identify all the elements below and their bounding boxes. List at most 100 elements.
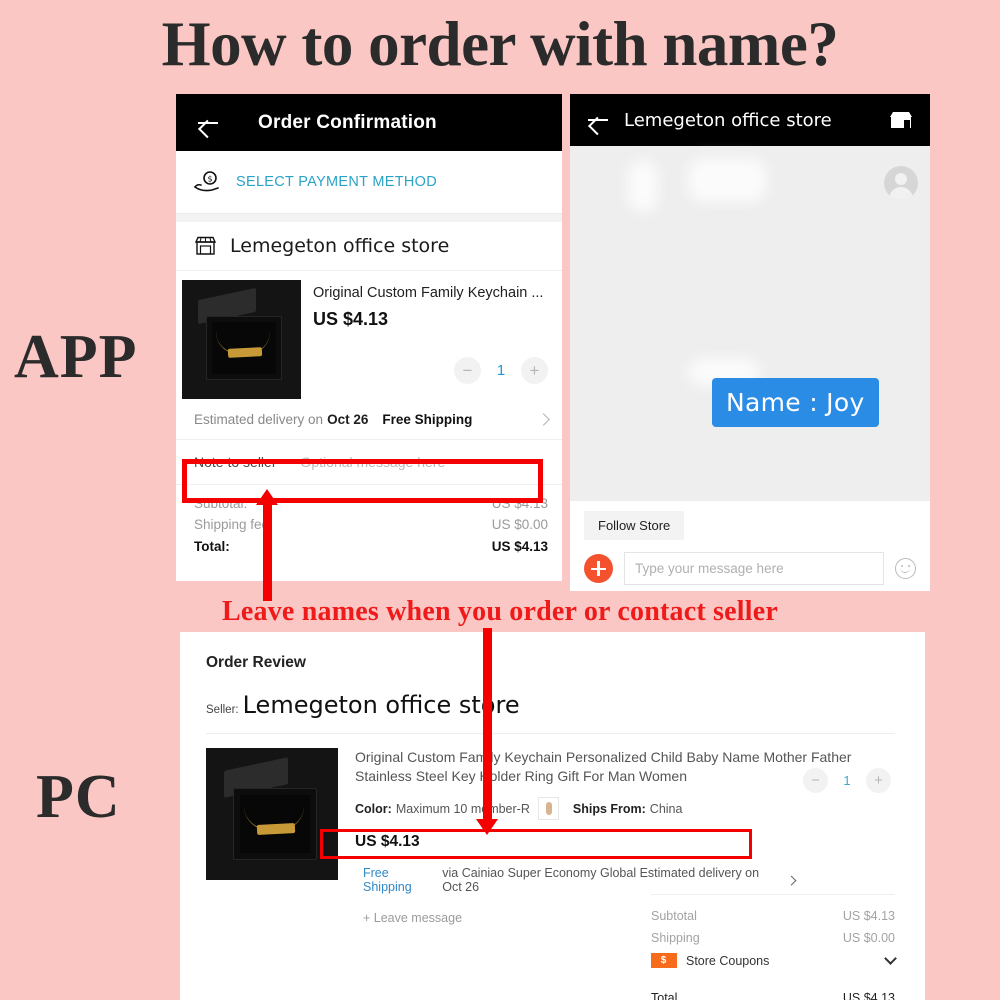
pc-product-attributes: Color: Maximum 10 member-R Ships From: C… [355, 797, 895, 820]
chat-input-placeholder: Type your message here [635, 561, 784, 576]
chevron-right-icon [786, 875, 797, 885]
blurred-content [628, 160, 658, 212]
pc-subtotal-label: Subtotal [651, 909, 697, 923]
caption-app: APP [14, 323, 138, 391]
pc-shipping-details: via Cainiao Super Economy Global Estimat… [442, 866, 760, 894]
totals-row-total: Total: US $4.13 [194, 535, 548, 557]
chat-topbar: Lemegeton office store [570, 94, 930, 146]
pc-inner: Order Review Seller: Lemegeton office st… [180, 632, 925, 925]
pc-quantity-increase-button[interactable]: + [866, 768, 891, 793]
back-arrow-icon[interactable] [586, 108, 610, 132]
chat-message-list[interactable]: Name : Joy [570, 146, 930, 494]
smiley-icon[interactable] [895, 558, 916, 579]
quantity-stepper: − 1 + [313, 357, 548, 384]
chat-message-bubble: Name : Joy [712, 378, 879, 427]
quantity-increase-button[interactable]: + [521, 357, 548, 384]
pc-totals: Subtotal US $4.13 Shipping US $0.00 $ St… [651, 894, 897, 1000]
delivery-date: Oct 26 [327, 412, 369, 427]
store-name: Lemegeton office store [230, 235, 450, 257]
product-thumbnail[interactable] [182, 280, 301, 399]
total-label: Total: [194, 539, 230, 554]
avatar [884, 166, 918, 200]
annotation-arrow-down [476, 628, 498, 835]
pc-quantity-stepper: − 1 + [803, 768, 891, 793]
pc-page-title: Order Review [206, 654, 306, 671]
chat-message-input[interactable]: Type your message here [624, 552, 884, 585]
pc-color-value: Maximum 10 member-R [395, 801, 530, 816]
subtotal-value: US $4.13 [491, 496, 548, 511]
store-row[interactable]: Lemegeton office store [176, 222, 562, 271]
chat-title: Lemegeton office store [624, 109, 832, 131]
quantity-decrease-button[interactable]: − [454, 357, 481, 384]
necklace-nameplate [256, 823, 296, 835]
pc-total-value: US $4.13 [842, 991, 895, 1000]
total-value: US $4.13 [491, 539, 548, 554]
app-totals: Subtotal: US $4.13 Shipping fee US $0.00… [176, 485, 562, 557]
pc-seller-name[interactable]: Lemegeton office store [243, 691, 520, 719]
pc-color-swatch [537, 797, 559, 820]
page-title: How to order with name? [161, 9, 839, 79]
pc-store-coupons-label: Store Coupons [686, 953, 770, 968]
totals-row-shipping: Shipping fee US $0.00 [194, 514, 548, 535]
annotation-arrow-up [256, 489, 278, 601]
shipping-method-label: Free Shipping [382, 412, 473, 427]
avatar-body [889, 187, 913, 200]
pc-subtotal-value: US $4.13 [842, 909, 895, 923]
storefront-icon [194, 236, 217, 255]
pc-free-shipping-label: Free Shipping [363, 866, 412, 894]
caption-pc: PC [36, 763, 121, 831]
product-price: US $4.13 [313, 309, 389, 329]
infographic-canvas: How to order with name? APP PC Order Con… [0, 0, 1000, 1000]
pc-seller-label: Seller: [206, 704, 239, 716]
app-title: Order Confirmation [258, 111, 437, 133]
pc-quantity-value: 1 [843, 773, 851, 788]
chat-panel: Lemegeton office store Name : Joy Follow… [570, 94, 930, 591]
svg-text:$: $ [207, 175, 212, 184]
totals-row-subtotal: Subtotal: US $4.13 [194, 493, 548, 514]
pc-ships-label: Ships From: [572, 801, 646, 816]
product-info: Original Custom Family Keychain ... US $… [301, 280, 562, 399]
app-order-confirmation-panel: Order Confirmation $ SELECT PAYMENT METH… [176, 94, 562, 581]
pc-totals-row-total: Total US $4.13 [651, 978, 895, 1000]
blurred-content [688, 158, 766, 202]
shipping-fee-value: US $0.00 [491, 517, 548, 532]
back-arrow-icon[interactable] [196, 111, 220, 135]
pc-store-coupons-left: $ Store Coupons [651, 953, 769, 968]
section-divider [176, 214, 562, 222]
pc-product-thumbnail[interactable] [206, 748, 338, 880]
pc-shipping-label: Shipping [651, 931, 700, 945]
avatar-head [895, 173, 907, 185]
select-payment-method-label: SELECT PAYMENT METHOD [236, 174, 438, 190]
subtotal-label: Subtotal: [194, 496, 248, 511]
product-title: Original Custom Family Keychain ... [313, 285, 544, 301]
note-to-seller-row[interactable]: Note to seller Optional message here [176, 440, 562, 485]
note-to-seller-input[interactable]: Optional message here [300, 454, 445, 470]
pc-ships-value: China [649, 801, 683, 816]
chevron-down-icon[interactable] [884, 952, 897, 965]
quantity-value: 1 [496, 362, 506, 379]
follow-store-button[interactable]: Follow Store [584, 511, 685, 540]
plus-icon[interactable] [584, 554, 613, 583]
delivery-row[interactable]: Estimated delivery on Oct 26 Free Shippi… [176, 399, 562, 440]
pc-totals-row-subtotal: Subtotal US $4.13 [651, 905, 895, 927]
select-payment-method-row[interactable]: $ SELECT PAYMENT METHOD [176, 151, 562, 214]
necklace-nameplate [227, 347, 263, 358]
pc-product-title[interactable]: Original Custom Family Keychain Personal… [355, 748, 865, 786]
pc-total-label: Total [651, 991, 678, 1000]
pc-shipping-value: US $0.00 [842, 931, 895, 945]
chevron-right-icon [537, 413, 550, 426]
pc-product-price: US $4.13 [355, 833, 420, 850]
follow-store-wrap: Follow Store [570, 501, 930, 548]
pc-color-label: Color: [355, 801, 392, 816]
shop-icon[interactable] [888, 109, 914, 131]
smiley-mouth [900, 567, 910, 573]
pc-store-coupons-row[interactable]: $ Store Coupons [651, 949, 897, 972]
note-to-seller-label: Note to seller [194, 454, 277, 470]
delivery-label: Estimated delivery on [194, 412, 324, 427]
shipping-fee-label: Shipping fee [194, 517, 270, 532]
chat-input-row: Type your message here [570, 548, 930, 591]
chat-divider [570, 494, 930, 501]
annotation-banner: Leave names when you order or contact se… [221, 596, 778, 627]
pc-totals-row-shipping: Shipping US $0.00 [651, 927, 895, 949]
pc-quantity-decrease-button[interactable]: − [803, 768, 828, 793]
